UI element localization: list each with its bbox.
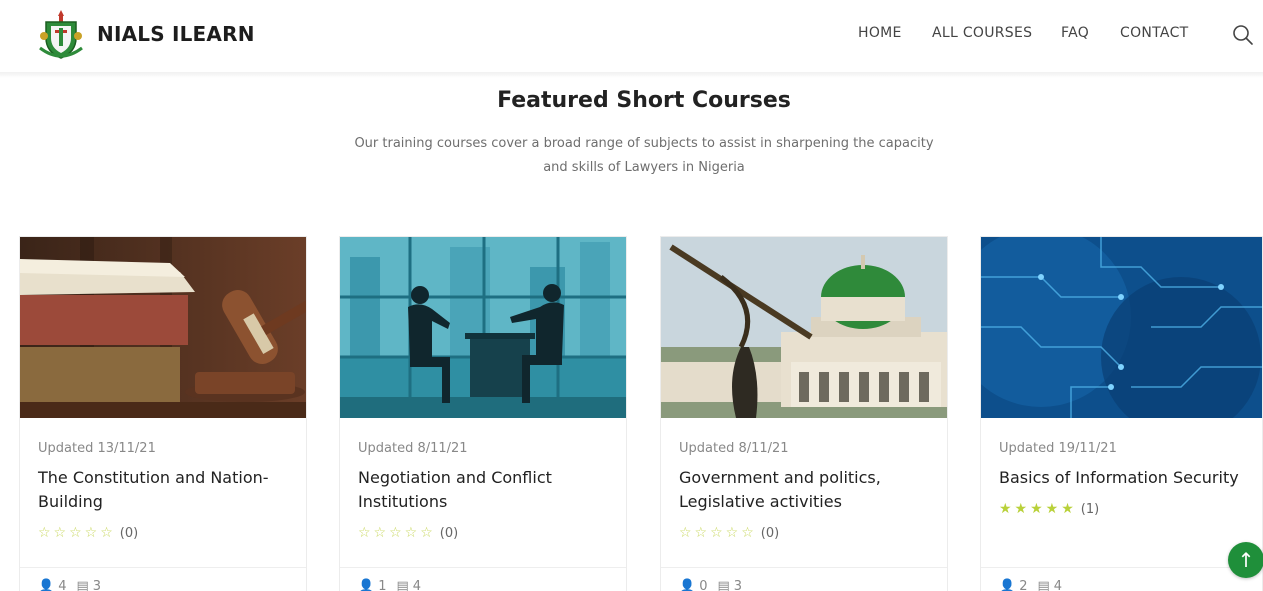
star-rating-icon: ☆☆☆☆☆ bbox=[679, 525, 757, 541]
nav-all-courses[interactable]: ALL COURSES bbox=[932, 25, 1032, 41]
course-card[interactable]: Updated 8/11/21 Negotiation and Conflict… bbox=[339, 236, 627, 591]
star-rating-icon: ☆☆☆☆☆ bbox=[38, 525, 116, 541]
header-divider bbox=[0, 72, 1263, 78]
course-title[interactable]: Negotiation and Conflict Institutions bbox=[358, 466, 616, 514]
lesson-count: 3 bbox=[92, 579, 102, 591]
course-card[interactable]: Updated 8/11/21 Government and politics,… bbox=[660, 236, 948, 591]
card-divider bbox=[20, 567, 306, 568]
rating-count: (0) bbox=[760, 525, 780, 541]
student-count: 4 bbox=[58, 579, 67, 591]
nials-crest-icon[interactable] bbox=[36, 8, 86, 62]
user-icon: 👤 bbox=[38, 579, 55, 591]
national-assembly-image[interactable] bbox=[661, 237, 947, 418]
back-to-top-button[interactable]: ↑ bbox=[1228, 542, 1263, 578]
card-divider bbox=[981, 567, 1262, 568]
site-header: NIALS ILEARN HOME ALL COURSES FAQ CONTAC… bbox=[0, 0, 1263, 72]
course-title[interactable]: The Constitution and Nation-Building bbox=[38, 466, 296, 514]
rating-count: (0) bbox=[439, 525, 459, 541]
course-meta: 👤 4 ▤ 3 bbox=[38, 579, 101, 591]
section-subtitle: Our training courses cover a broad range… bbox=[340, 132, 948, 180]
course-updated-date: Updated 19/11/21 bbox=[999, 441, 1117, 456]
rating-count: (1) bbox=[1080, 501, 1100, 517]
student-count: 2 bbox=[1019, 579, 1028, 591]
nav-home[interactable]: HOME bbox=[858, 25, 902, 41]
course-card[interactable]: Updated 19/11/21 Basics of Information S… bbox=[980, 236, 1263, 591]
star-rating-icon: ★★★★★ bbox=[999, 501, 1077, 517]
course-updated-date: Updated 8/11/21 bbox=[679, 441, 789, 456]
subtitle-line: and skills of Lawyers in Nigeria bbox=[543, 160, 745, 175]
course-meta: 👤 1 ▤ 4 bbox=[358, 579, 421, 591]
rating-count: (0) bbox=[119, 525, 139, 541]
student-count: 0 bbox=[699, 579, 708, 591]
course-title[interactable]: Government and politics, Legislative act… bbox=[679, 466, 937, 514]
star-rating-icon: ☆☆☆☆☆ bbox=[358, 525, 436, 541]
user-icon: 👤 bbox=[679, 579, 696, 591]
card-divider bbox=[661, 567, 947, 568]
lesson-count: 4 bbox=[412, 579, 422, 591]
course-rating: ☆☆☆☆☆ (0) bbox=[679, 525, 779, 541]
lessons-icon: ▤ bbox=[396, 579, 409, 591]
lesson-count: 3 bbox=[733, 579, 743, 591]
user-icon: 👤 bbox=[358, 579, 375, 591]
course-rating: ★★★★★ (1) bbox=[999, 501, 1099, 517]
user-icon: 👤 bbox=[999, 579, 1016, 591]
course-card[interactable]: Updated 13/11/21 The Constitution and Na… bbox=[19, 236, 307, 591]
lessons-icon: ▤ bbox=[1037, 579, 1050, 591]
nav-faq[interactable]: FAQ bbox=[1061, 25, 1089, 41]
lesson-count: 4 bbox=[1053, 579, 1063, 591]
nav-contact[interactable]: CONTACT bbox=[1120, 25, 1189, 41]
lessons-icon: ▤ bbox=[76, 579, 89, 591]
course-title[interactable]: Basics of Information Security bbox=[999, 466, 1257, 490]
course-updated-date: Updated 13/11/21 bbox=[38, 441, 156, 456]
course-meta: 👤 0 ▤ 3 bbox=[679, 579, 742, 591]
subtitle-line: Our training courses cover a broad range… bbox=[354, 136, 934, 151]
brand-name[interactable]: NIALS ILEARN bbox=[97, 22, 255, 46]
section-title: Featured Short Courses bbox=[497, 88, 791, 113]
course-rating: ☆☆☆☆☆ (0) bbox=[38, 525, 138, 541]
search-icon[interactable] bbox=[1231, 23, 1255, 47]
course-meta: 👤 2 ▤ 4 bbox=[999, 579, 1062, 591]
law-books-gavel-image[interactable] bbox=[20, 237, 306, 418]
arrow-up-icon: ↑ bbox=[1237, 548, 1255, 572]
card-divider bbox=[340, 567, 626, 568]
course-rating: ☆☆☆☆☆ (0) bbox=[358, 525, 458, 541]
lessons-icon: ▤ bbox=[717, 579, 730, 591]
negotiation-silhouettes-image[interactable] bbox=[340, 237, 626, 418]
course-updated-date: Updated 8/11/21 bbox=[358, 441, 468, 456]
circuit-board-globe-image[interactable] bbox=[981, 237, 1262, 418]
student-count: 1 bbox=[378, 579, 387, 591]
